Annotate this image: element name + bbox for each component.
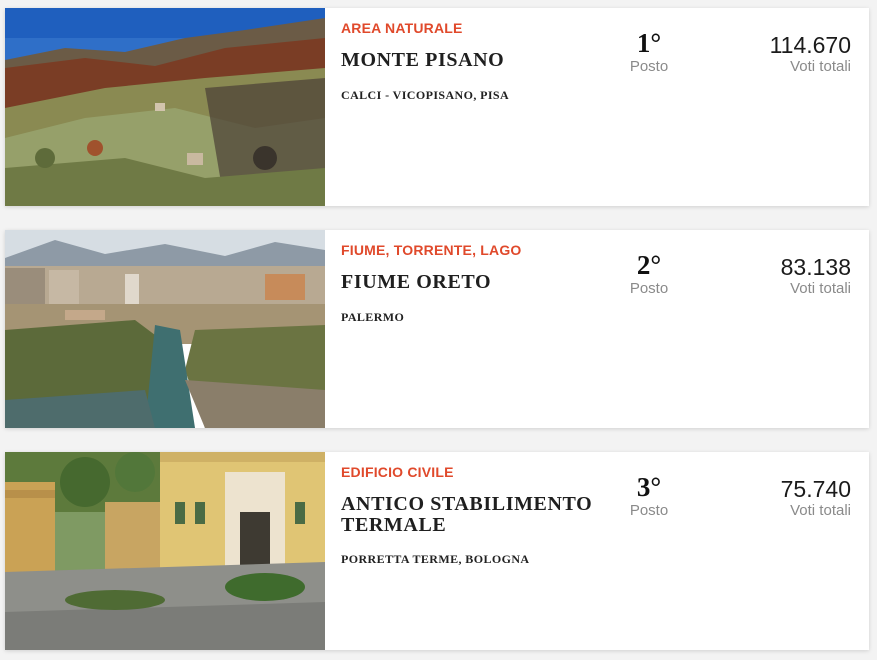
place-category: FIUME, TORRENTE, LAGO xyxy=(341,242,522,258)
rank-label: Posto xyxy=(629,280,669,297)
votes-block: 75.740 Voti totali xyxy=(781,476,851,519)
votes-label: Voti totali xyxy=(790,58,851,75)
votes-label: Voti totali xyxy=(790,502,851,519)
place-location: PALERMO xyxy=(341,310,405,324)
votes-count: 75.740 xyxy=(780,476,851,502)
rank-block: 3° Posto xyxy=(609,472,689,519)
place-location: PORRETTA TERME, BOLOGNA xyxy=(341,552,530,566)
rank-label: Posto xyxy=(629,58,669,75)
place-photo-fiume-oreto[interactable] xyxy=(5,230,325,428)
votes-label: Voti totali xyxy=(790,280,851,297)
place-photo-monte-pisano[interactable] xyxy=(5,8,325,206)
place-location: CALCI - VICOPISANO, PISA xyxy=(341,88,510,102)
place-category: AREA NATURALE xyxy=(341,20,463,36)
place-name[interactable]: MONTE PISANO xyxy=(341,50,611,71)
place-card[interactable]: FIUME, TORRENTE, LAGO FIUME ORETO PALERM… xyxy=(5,230,869,428)
place-card[interactable]: EDIFICIO CIVILE ANTICO STABILIMENTO TERM… xyxy=(5,452,869,650)
place-category: EDIFICIO CIVILE xyxy=(341,464,454,480)
rank-number: 3° xyxy=(636,472,662,502)
votes-block: 114.670 Voti totali xyxy=(770,32,851,75)
place-name[interactable]: ANTICO STABILIMENTO TERMALE xyxy=(341,494,611,536)
rank-label: Posto xyxy=(629,502,669,519)
place-card[interactable]: AREA NATURALE MONTE PISANO CALCI - VICOP… xyxy=(5,8,869,206)
rank-number: 2° xyxy=(636,250,662,280)
rank-number: 1° xyxy=(636,28,662,58)
rank-block: 1° Posto xyxy=(609,28,689,75)
place-name[interactable]: FIUME ORETO xyxy=(341,272,611,293)
votes-block: 83.138 Voti totali xyxy=(781,254,851,297)
place-photo-antico-stabilimento-termale[interactable] xyxy=(5,452,325,650)
votes-count: 114.670 xyxy=(769,32,851,58)
rank-block: 2° Posto xyxy=(609,250,689,297)
votes-count: 83.138 xyxy=(780,254,851,280)
